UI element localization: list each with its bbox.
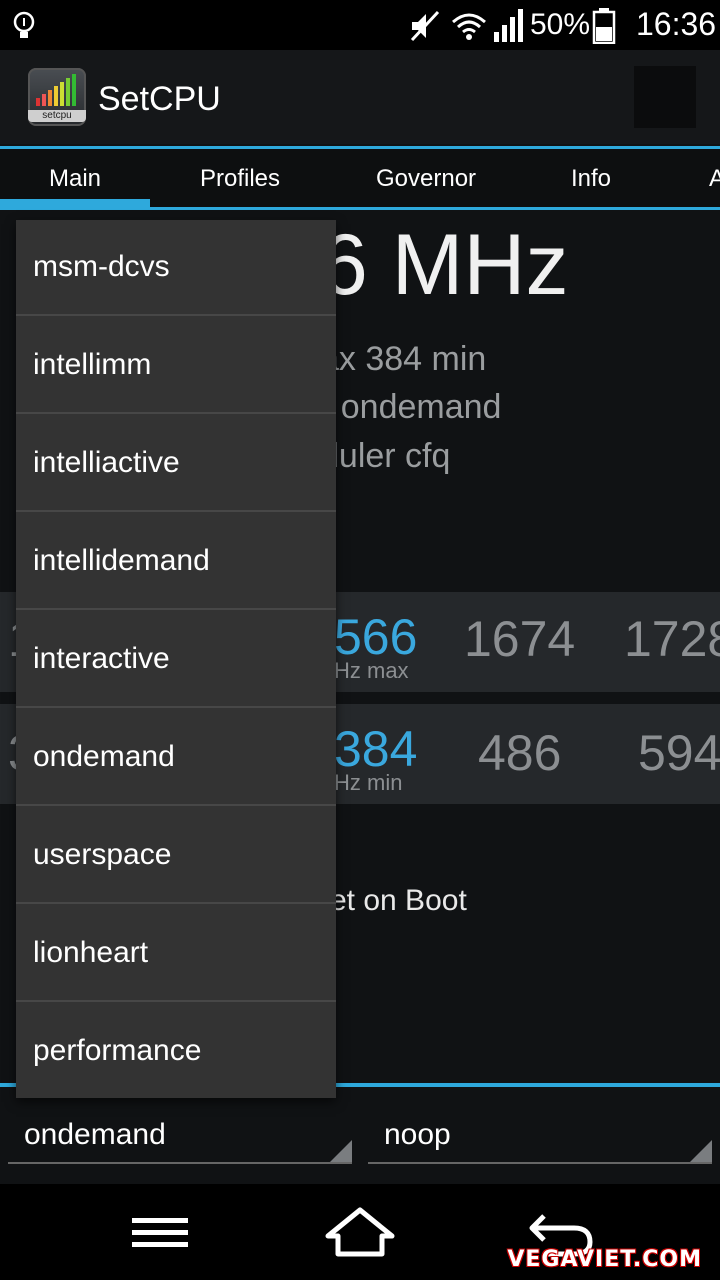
signal-icon <box>494 9 523 42</box>
status-bar: 50% 16:36 <box>0 0 720 50</box>
set-on-boot-label[interactable]: et on Boot <box>330 884 467 918</box>
app-title: SetCPU <box>98 80 221 118</box>
dropdown-item[interactable]: lionheart <box>16 906 336 1002</box>
bars-chart-icon <box>36 74 76 106</box>
tab-profiles[interactable]: Profiles <box>200 165 280 193</box>
governor-spinner[interactable]: ondemand <box>8 1112 352 1164</box>
home-icon[interactable] <box>320 1202 400 1262</box>
min-picker-value[interactable]: 486 <box>478 724 561 782</box>
dropdown-item-label: interactive <box>33 642 170 675</box>
dropdown-item[interactable]: ondemand <box>16 710 336 806</box>
menu-icon[interactable] <box>120 1202 200 1262</box>
dropdown-item[interactable]: performance <box>16 1004 336 1100</box>
scheduler-line: duler cfq <box>320 437 451 475</box>
current-frequency: 6 MHz <box>320 217 569 313</box>
dropdown-item[interactable]: intelliactive <box>16 416 336 512</box>
governor-spinner-value: ondemand <box>24 1118 166 1151</box>
battery-percent: 50% <box>530 8 591 41</box>
dropdown-item-label: intelliactive <box>33 446 180 479</box>
dropdown-item[interactable]: intellidemand <box>16 514 336 610</box>
dropdown-item-label: msm-dcvs <box>33 250 170 283</box>
max-picker-value[interactable]: 1728 <box>624 610 720 668</box>
max-picker-value[interactable]: 1674 <box>464 610 575 668</box>
dropdown-item[interactable]: interactive <box>16 612 336 708</box>
dropdown-item[interactable]: userspace <box>16 808 336 904</box>
spinner-arrow-icon <box>690 1140 712 1162</box>
min-picker-caption: Hz min <box>334 770 403 795</box>
dropdown-item[interactable]: intellimm <box>16 318 336 414</box>
tab-advanced[interactable]: A <box>709 165 720 193</box>
spinner-underline <box>368 1162 712 1164</box>
clock: 16:36 <box>636 6 717 42</box>
lightbulb-icon <box>13 11 35 38</box>
active-tab-indicator <box>0 199 150 208</box>
tab-main[interactable]: Main <box>49 165 101 193</box>
app-icon[interactable]: setcpu <box>28 68 86 126</box>
dropdown-item-label: intellimm <box>33 348 152 381</box>
dropdown-item-label: lionheart <box>33 936 149 969</box>
dropdown-item-label: performance <box>33 1034 202 1067</box>
max-picker-caption: Hz max <box>334 658 409 683</box>
min-picker-value[interactable]: 594 <box>638 724 720 782</box>
wifi-icon <box>452 13 486 40</box>
max-min-line: ax 384 min <box>320 340 487 378</box>
dropdown-item-label: intellidemand <box>33 544 210 577</box>
overflow-menu-button[interactable] <box>634 66 696 128</box>
dropdown-item-label: ondemand <box>33 740 175 773</box>
navigation-bar: VEGAVIET.COM <box>0 1184 720 1280</box>
mute-icon <box>410 10 440 42</box>
app-icon-label: setcpu <box>28 110 86 122</box>
tab-governor[interactable]: Governor <box>376 165 476 193</box>
governor-line: r ondemand <box>320 388 502 426</box>
battery-icon <box>592 8 616 44</box>
scheduler-spinner[interactable]: noop <box>368 1112 712 1164</box>
tab-info[interactable]: Info <box>571 165 611 193</box>
dropdown-item[interactable]: msm-dcvs <box>16 220 336 316</box>
spinner-underline <box>8 1162 352 1164</box>
governor-dropdown: msm-dcvs intellimm intelliactive intelli… <box>16 220 336 1098</box>
dropdown-item-label: userspace <box>33 838 172 871</box>
watermark: VEGAVIET.COM <box>507 1247 702 1272</box>
scheduler-spinner-value: noop <box>384 1118 451 1151</box>
spinner-arrow-icon <box>330 1140 352 1162</box>
